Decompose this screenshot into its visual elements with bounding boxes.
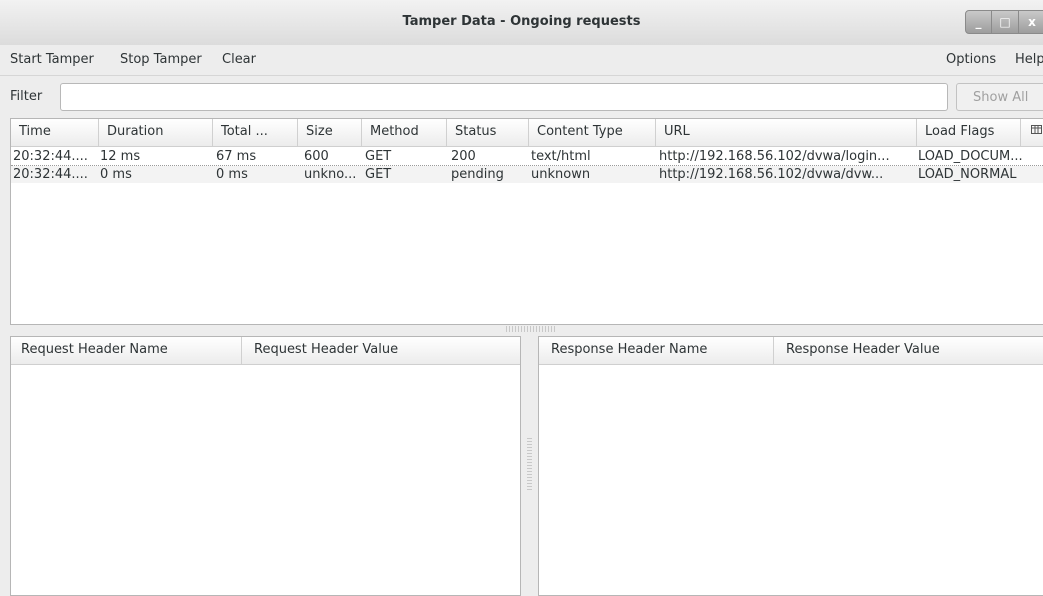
- show-all-button[interactable]: Show All: [956, 83, 1043, 111]
- column-header-load-flags[interactable]: Load Flags: [916, 119, 1020, 146]
- title-bar: Tamper Data - Ongoing requests _ □ x: [0, 0, 1043, 46]
- column-header-request-header-value[interactable]: Request Header Value: [241, 337, 520, 364]
- column-header-url[interactable]: URL: [655, 119, 916, 146]
- window-title: Tamper Data - Ongoing requests: [402, 14, 641, 29]
- cell-status: pending: [451, 167, 504, 182]
- minimize-button[interactable]: _: [965, 10, 992, 34]
- cell-total: 0 ms: [216, 167, 248, 182]
- request-headers-table: Request Header Name Request Header Value: [10, 336, 521, 596]
- cell-load-flags: LOAD_DOCUM...: [918, 149, 1023, 164]
- requests-table-header: Time Duration Total ... Size Method Stat…: [11, 119, 1043, 147]
- cell-time: 20:32:44....: [13, 149, 88, 164]
- cell-url: http://192.168.56.102/dvwa/dvw...: [659, 167, 884, 182]
- help-menu[interactable]: Help: [1015, 52, 1043, 67]
- horizontal-splitter-handle[interactable]: [506, 326, 556, 332]
- cell-content-type: text/html: [531, 149, 591, 164]
- cell-total: 67 ms: [216, 149, 257, 164]
- start-tamper-menu[interactable]: Start Tamper: [10, 52, 94, 67]
- cell-content-type: unknown: [531, 167, 591, 182]
- menu-bar: Start Tamper Stop Tamper Clear Options H…: [0, 45, 1043, 76]
- column-header-content-type[interactable]: Content Type: [528, 119, 655, 146]
- cell-method: GET: [365, 167, 392, 182]
- cell-load-flags: LOAD_NORMAL: [918, 167, 1017, 182]
- cell-size: 600: [304, 149, 329, 164]
- cell-url: http://192.168.56.102/dvwa/login...: [659, 149, 890, 164]
- vertical-splitter-handle[interactable]: [527, 438, 532, 490]
- cell-status: 200: [451, 149, 476, 164]
- cell-size: unkno...: [304, 167, 357, 182]
- column-header-total[interactable]: Total ...: [212, 119, 297, 146]
- cell-duration: 0 ms: [100, 167, 132, 182]
- column-header-response-header-name[interactable]: Response Header Name: [539, 337, 773, 364]
- response-headers-table: Response Header Name Response Header Val…: [538, 336, 1043, 596]
- table-row[interactable]: 20:32:44.... 12 ms 67 ms 600 GET 200 tex…: [11, 148, 1043, 166]
- maximize-button[interactable]: □: [992, 10, 1019, 34]
- column-header-size[interactable]: Size: [297, 119, 361, 146]
- column-header-response-header-value[interactable]: Response Header Value: [773, 337, 1043, 364]
- response-headers-header: Response Header Name Response Header Val…: [539, 337, 1043, 365]
- stop-tamper-menu[interactable]: Stop Tamper: [120, 52, 202, 67]
- column-picker-glyph: [1031, 125, 1042, 134]
- request-headers-header: Request Header Name Request Header Value: [11, 337, 520, 365]
- window-controls: _ □ x: [965, 10, 1043, 34]
- column-header-request-header-name[interactable]: Request Header Name: [11, 337, 241, 364]
- column-picker-icon[interactable]: [1020, 119, 1043, 146]
- cell-method: GET: [365, 149, 392, 164]
- filter-row: Filter Show All: [0, 76, 1043, 118]
- column-header-time[interactable]: Time: [11, 119, 98, 146]
- filter-input[interactable]: [60, 83, 948, 111]
- filter-label: Filter: [10, 89, 43, 104]
- clear-menu[interactable]: Clear: [222, 52, 256, 67]
- close-button[interactable]: x: [1019, 10, 1043, 34]
- cell-duration: 12 ms: [100, 149, 141, 164]
- options-menu[interactable]: Options: [946, 52, 996, 67]
- cell-time: 20:32:44....: [13, 167, 88, 182]
- requests-table: Time Duration Total ... Size Method Stat…: [10, 118, 1043, 325]
- column-header-method[interactable]: Method: [361, 119, 446, 146]
- column-header-status[interactable]: Status: [446, 119, 528, 146]
- table-row[interactable]: 20:32:44.... 0 ms 0 ms unkno... GET pend…: [11, 166, 1043, 183]
- column-header-duration[interactable]: Duration: [98, 119, 212, 146]
